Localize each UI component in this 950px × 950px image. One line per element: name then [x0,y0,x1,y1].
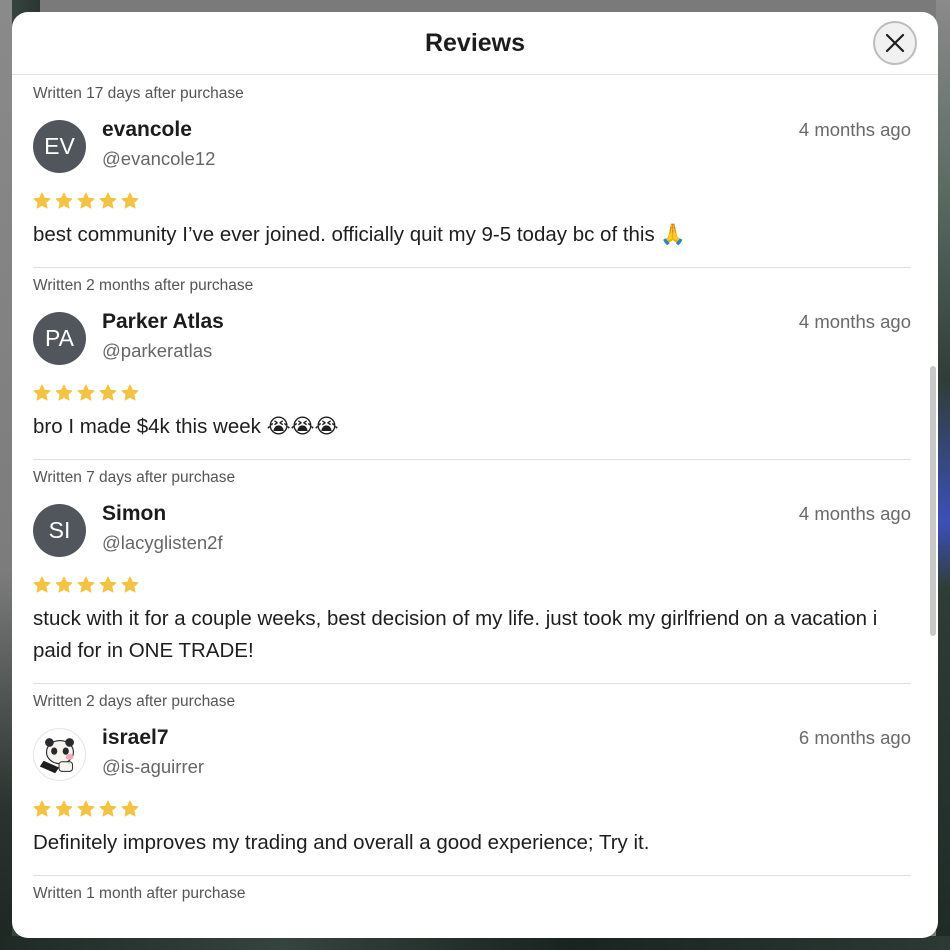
star-icon [99,576,117,593]
close-button[interactable] [873,21,917,65]
star-icon [55,800,73,817]
reviewer-name: israel7 [102,726,169,749]
written-after-purchase: Written 17 days after purchase [33,85,244,102]
avatar: PA [33,312,86,365]
review-item: Written 2 days after purchase israel7 @i… [33,684,911,876]
review-time: 6 months ago [798,727,911,748]
avatar [33,728,86,781]
review-user-row: israel7 @is-aguirrer 6 months ago [33,723,911,795]
star-icon [99,384,117,401]
background-content-bottom [0,936,950,950]
star-icon [121,576,139,593]
review-item: Written 17 days after purchase EV evanco… [33,76,911,268]
written-after-purchase: Written 2 days after purchase [33,693,236,710]
star-icon [77,384,95,401]
written-after-purchase: Written 7 days after purchase [33,469,236,486]
close-icon [885,33,905,53]
reviewer-name: evancole [102,118,192,141]
background-content-left [0,0,12,950]
review-text: Definitely improves my trading and overa… [33,831,650,854]
review-text: bro I made $4k this week 😭😭😭 [33,415,339,438]
reviewer-handle: @evancole12 [102,148,216,169]
scrollbar-thumb[interactable] [930,366,936,636]
review-item: Written 2 months after purchase PA Parke… [33,268,911,460]
user-info: Parker Atlas @parkeratlas [102,307,224,362]
review-item: Written 7 days after purchase SI Simon @… [33,460,911,684]
star-icon [77,800,95,817]
star-rating [33,795,911,823]
review-time: 4 months ago [798,311,911,332]
star-icon [77,192,95,209]
star-rating [33,379,911,407]
review-user-row: PA Parker Atlas @parkeratlas 4 months ag… [33,307,911,379]
written-after-purchase: Written 2 months after purchase [33,277,254,294]
panda-avatar-icon [39,738,75,774]
star-icon [121,192,139,209]
reviewer-handle: @is-aguirrer [102,756,205,777]
star-icon [33,384,51,401]
modal-header: Reviews [12,12,938,75]
review-item: Written 1 month after purchase [33,876,911,915]
star-icon [33,192,51,209]
avatar: EV [33,120,86,173]
review-user-row: SI Simon @lacyglisten2f 4 months ago [33,499,911,571]
review-text: best community I’ve ever joined. officia… [33,223,686,246]
reviewer-handle: @parkeratlas [102,340,213,361]
star-icon [33,576,51,593]
star-icon [121,384,139,401]
reviewer-name: Simon [102,502,167,525]
review-user-row: EV evancole @evancole12 4 months ago [33,115,911,187]
star-rating [33,571,911,599]
star-icon [55,576,73,593]
modal-title: Reviews [424,28,526,57]
reviewer-handle: @lacyglisten2f [102,532,223,553]
background-content-right [936,0,950,950]
star-icon [55,384,73,401]
reviews-list[interactable]: Written 17 days after purchase EV evanco… [12,76,938,938]
star-icon [55,192,73,209]
star-rating [33,187,911,215]
star-icon [77,576,95,593]
review-text: stuck with it for a couple weeks, best d… [33,607,878,662]
reviews-modal: Reviews Written 17 days after purchase E… [12,12,938,938]
star-icon [99,192,117,209]
user-info: evancole @evancole12 [102,115,215,170]
written-after-purchase: Written 1 month after purchase [33,885,246,902]
user-info: Simon @lacyglisten2f [102,499,223,554]
review-time: 4 months ago [798,119,911,140]
avatar: SI [33,504,86,557]
reviewer-name: Parker Atlas [102,310,224,333]
review-time: 4 months ago [798,503,911,524]
star-icon [99,800,117,817]
star-icon [121,800,139,817]
star-icon [33,800,51,817]
user-info: israel7 @is-aguirrer [102,723,204,778]
